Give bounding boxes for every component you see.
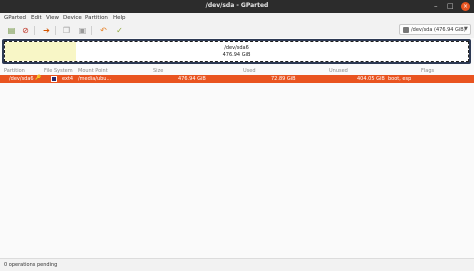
column-header-unused[interactable]: Unused — [329, 68, 348, 74]
menu-gparted[interactable]: GParted — [4, 15, 26, 21]
filesystem-color-swatch — [51, 76, 57, 82]
window-title: /dev/sda - GParted — [205, 2, 269, 9]
device-selector-label: /dev/sda (476.94 GiB) — [411, 27, 466, 33]
new-partition-icon[interactable]: ▤ — [7, 26, 16, 35]
column-header-mount-point[interactable]: Mount Point — [78, 68, 108, 74]
undo-icon[interactable]: ↶ — [99, 26, 108, 35]
menu-bar: GParted Edit View Device Partition Help — [0, 13, 474, 23]
copy-icon[interactable]: ❐ — [62, 26, 71, 35]
menu-edit[interactable]: Edit — [31, 15, 42, 21]
close-button[interactable]: × — [461, 2, 470, 11]
cell-size: 476.94 GiB — [178, 76, 206, 82]
table-row[interactable]: /dev/sda6 🔑 ext4 /media/ubu... 476.94 Gi… — [0, 75, 474, 83]
column-header-flags[interactable]: Flags — [421, 68, 434, 74]
resize-move-icon[interactable]: ➔ — [42, 26, 51, 35]
cell-unused: 404.05 GiB — [357, 76, 385, 82]
toolbar-separator — [34, 26, 35, 35]
cell-used: 72.89 GiB — [271, 76, 296, 82]
disk-icon — [403, 27, 409, 33]
menu-help[interactable]: Help — [113, 15, 126, 21]
cell-flags: boot, esp — [388, 76, 412, 82]
menu-device[interactable]: Device — [63, 15, 82, 21]
maximize-button[interactable]: □ — [447, 2, 454, 11]
toolbar-separator — [91, 26, 92, 35]
menu-view[interactable]: View — [46, 15, 59, 21]
chevron-down-icon: ▼ — [464, 26, 468, 32]
toolbar-separator — [55, 26, 56, 35]
status-bar: 0 operations pending — [0, 258, 474, 271]
apply-icon[interactable]: ✓ — [115, 26, 124, 35]
column-header-used[interactable]: Used — [243, 68, 256, 74]
delete-icon[interactable]: ⊘ — [21, 26, 30, 35]
title-bar: /dev/sda - GParted – □ × — [0, 0, 474, 13]
partition-table-header: Partition File System Mount Point Size U… — [0, 67, 474, 75]
menu-partition[interactable]: Partition — [85, 15, 108, 21]
paste-icon[interactable]: ▣ — [78, 26, 87, 35]
device-selector[interactable]: /dev/sda (476.94 GiB) ▼ — [399, 24, 471, 35]
disk-map-partition[interactable]: /dev/sda6 476.94 GiB — [4, 41, 469, 62]
key-icon: 🔑 — [35, 75, 42, 81]
cell-mount-point: /media/ubu... — [78, 76, 112, 82]
disk-map-partition-name: /dev/sda6 — [224, 45, 249, 51]
column-header-file-system[interactable]: File System — [44, 68, 73, 74]
disk-map: /dev/sda6 476.94 GiB — [2, 39, 471, 64]
cell-partition: /dev/sda6 — [9, 76, 34, 82]
column-header-size[interactable]: Size — [153, 68, 163, 74]
status-text: 0 operations pending — [4, 262, 58, 268]
disk-map-partition-size: 476.94 GiB — [222, 52, 251, 58]
cell-file-system: ext4 — [62, 76, 74, 82]
minimize-button[interactable]: – — [434, 2, 438, 11]
column-header-partition[interactable]: Partition — [4, 68, 25, 74]
